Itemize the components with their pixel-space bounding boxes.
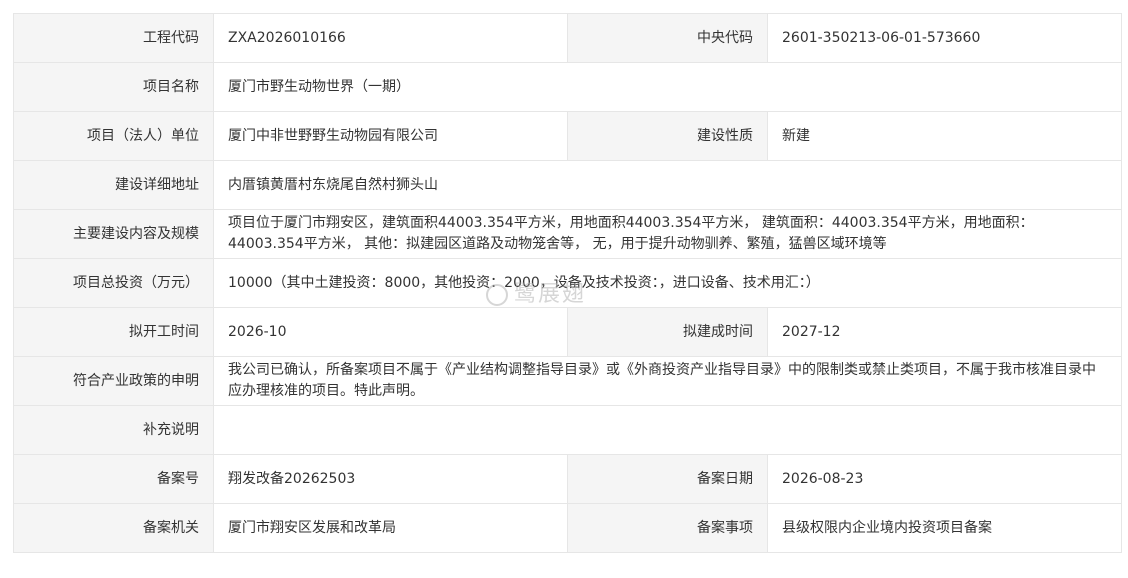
filing-number-label: 备案号 xyxy=(13,454,214,504)
project-code-value: ZXA2026010166 xyxy=(213,13,568,63)
filing-date-value: 2026-08-23 xyxy=(767,454,1122,504)
construction-nature-value: 新建 xyxy=(767,111,1122,161)
central-code-value: 2601-350213-06-01-573660 xyxy=(767,13,1122,63)
filing-record-table: 工程代码 ZXA2026010166 中央代码 2601-350213-06-0… xyxy=(13,13,1122,553)
table-row: 拟开工时间 2026-10 拟建成时间 2027-12 xyxy=(13,307,1122,357)
filing-matter-label: 备案事项 xyxy=(567,503,768,553)
planned-start-value: 2026-10 xyxy=(213,307,568,357)
filing-matter-value: 县级权限内企业境内投资项目备案 xyxy=(767,503,1122,553)
construction-scope-label: 主要建设内容及规模 xyxy=(13,209,214,259)
central-code-label: 中央代码 xyxy=(567,13,768,63)
policy-statement-label: 符合产业政策的申明 xyxy=(13,356,214,406)
filing-number-value: 翔发改备20262503 xyxy=(213,454,568,504)
planned-start-label: 拟开工时间 xyxy=(13,307,214,357)
table-row: 备案机关 厦门市翔安区发展和改革局 备案事项 县级权限内企业境内投资项目备案 xyxy=(13,503,1122,553)
planned-completion-value: 2027-12 xyxy=(767,307,1122,357)
policy-statement-value: 我公司已确认，所备案项目不属于《产业结构调整指导目录》或《外商投资产业指导目录》… xyxy=(213,356,1122,406)
filing-authority-value: 厦门市翔安区发展和改革局 xyxy=(213,503,568,553)
address-value: 内厝镇黄厝村东烧尾自然村狮头山 xyxy=(213,160,1122,210)
table-row: 主要建设内容及规模 项目位于厦门市翔安区，建筑面积44003.354平方米，用地… xyxy=(13,209,1122,259)
table-row: 工程代码 ZXA2026010166 中央代码 2601-350213-06-0… xyxy=(13,13,1122,63)
planned-completion-label: 拟建成时间 xyxy=(567,307,768,357)
supplementary-note-value xyxy=(213,405,1122,455)
table-row: 建设详细地址 内厝镇黄厝村东烧尾自然村狮头山 xyxy=(13,160,1122,210)
legal-entity-label: 项目（法人）单位 xyxy=(13,111,214,161)
construction-scope-value: 项目位于厦门市翔安区，建筑面积44003.354平方米，用地面积44003.35… xyxy=(213,209,1122,259)
supplementary-note-label: 补充说明 xyxy=(13,405,214,455)
project-name-value: 厦门市野生动物世界（一期） xyxy=(213,62,1122,112)
table-row: 项目（法人）单位 厦门中非世野野生动物园有限公司 建设性质 新建 xyxy=(13,111,1122,161)
filing-authority-label: 备案机关 xyxy=(13,503,214,553)
total-investment-label: 项目总投资（万元） xyxy=(13,258,214,308)
project-name-label: 项目名称 xyxy=(13,62,214,112)
filing-date-label: 备案日期 xyxy=(567,454,768,504)
table-row: 项目名称 厦门市野生动物世界（一期） xyxy=(13,62,1122,112)
table-row: 符合产业政策的申明 我公司已确认，所备案项目不属于《产业结构调整指导目录》或《外… xyxy=(13,356,1122,406)
table-row: 备案号 翔发改备20262503 备案日期 2026-08-23 xyxy=(13,454,1122,504)
address-label: 建设详细地址 xyxy=(13,160,214,210)
project-code-label: 工程代码 xyxy=(13,13,214,63)
total-investment-value: 10000（其中土建投资：8000，其他投资：2000，设备及技术投资：，进口设… xyxy=(213,258,1122,308)
construction-nature-label: 建设性质 xyxy=(567,111,768,161)
table-row: 补充说明 xyxy=(13,405,1122,455)
legal-entity-value: 厦门中非世野野生动物园有限公司 xyxy=(213,111,568,161)
table-row: 项目总投资（万元） 10000（其中土建投资：8000，其他投资：2000，设备… xyxy=(13,258,1122,308)
